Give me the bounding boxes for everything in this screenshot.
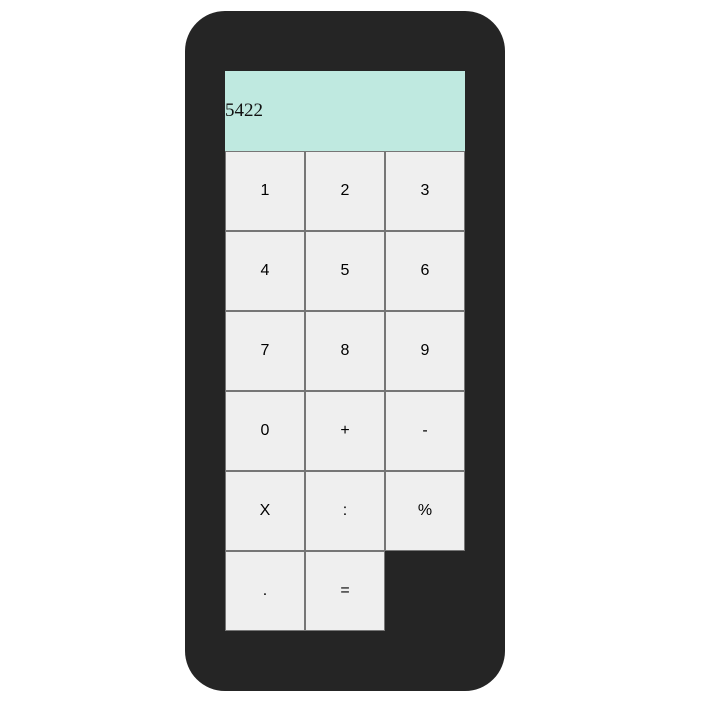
key-6[interactable]: 6 [385, 231, 465, 311]
key-2[interactable]: 2 [305, 151, 385, 231]
key-4[interactable]: 4 [225, 231, 305, 311]
key-9[interactable]: 9 [385, 311, 465, 391]
multiply-button[interactable]: X [225, 471, 305, 551]
key-1[interactable]: 1 [225, 151, 305, 231]
calculator-body: 5422 1 2 3 4 5 6 7 8 9 0 + - X : % . = [185, 11, 505, 691]
key-7[interactable]: 7 [225, 311, 305, 391]
divide-button[interactable]: : [305, 471, 385, 551]
result-display: 5422 [225, 71, 465, 151]
minus-button[interactable]: - [385, 391, 465, 471]
percent-button[interactable]: % [385, 471, 465, 551]
keypad: 1 2 3 4 5 6 7 8 9 0 + - X : % . = [225, 151, 465, 631]
key-8[interactable]: 8 [305, 311, 385, 391]
key-0[interactable]: 0 [225, 391, 305, 471]
key-3[interactable]: 3 [385, 151, 465, 231]
equals-button[interactable]: = [305, 551, 385, 631]
key-5[interactable]: 5 [305, 231, 385, 311]
decimal-button[interactable]: . [225, 551, 305, 631]
plus-button[interactable]: + [305, 391, 385, 471]
